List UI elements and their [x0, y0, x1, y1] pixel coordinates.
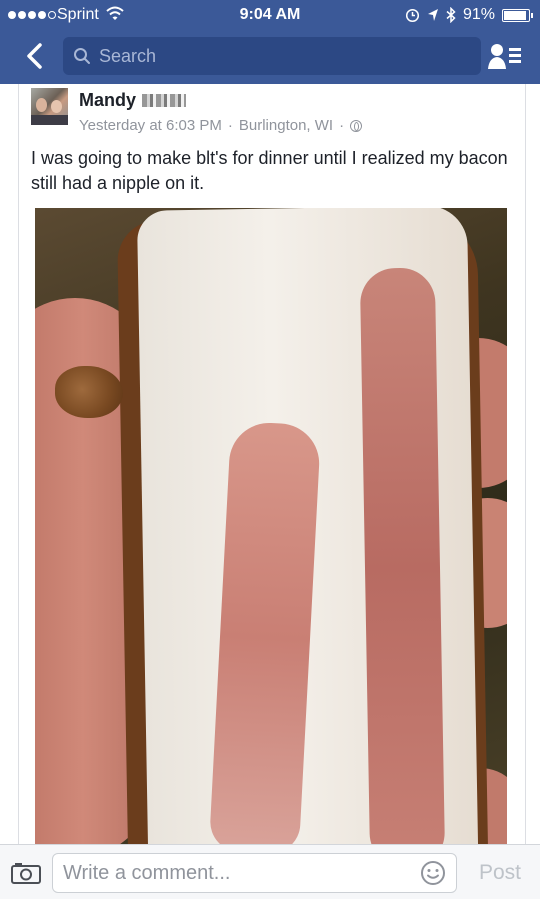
author-first-name[interactable]: Mandy	[79, 90, 136, 111]
meta-separator: ·	[227, 117, 233, 134]
post: Mandy Yesterday at 6:03 PM · Burlington,…	[18, 84, 526, 844]
redacted-last-name	[142, 94, 187, 107]
bacon-meat-stripe	[359, 267, 446, 844]
status-bar: Sprint 9:04 AM 91%	[0, 0, 540, 30]
bluetooth-icon	[446, 7, 456, 23]
alarm-icon	[405, 8, 420, 22]
search-input[interactable]	[99, 45, 481, 67]
avatar[interactable]	[31, 88, 68, 125]
battery-icon	[502, 8, 533, 22]
search-icon	[74, 48, 90, 64]
post-timestamp[interactable]: Yesterday at 6:03 PM	[79, 117, 222, 134]
globe-icon	[350, 119, 363, 132]
comment-field[interactable]	[52, 853, 457, 893]
battery-percentage: 91%	[462, 6, 495, 23]
status-indicators: 91%	[405, 0, 533, 30]
back-icon[interactable]	[20, 38, 50, 74]
bacon-nipple	[55, 366, 123, 418]
friend-requests-icon[interactable]	[488, 42, 522, 72]
comment-bar: Post	[0, 844, 540, 899]
camera-icon[interactable]	[11, 862, 41, 884]
comment-input[interactable]	[63, 861, 420, 885]
nav-bar	[0, 32, 540, 80]
smiley-icon[interactable]	[420, 860, 446, 886]
meta-separator: ·	[339, 117, 345, 134]
post-location[interactable]: Burlington, WI	[239, 117, 333, 134]
post-text: I was going to make blt's for dinner unt…	[31, 148, 508, 193]
search-bar[interactable]	[63, 37, 481, 75]
author-name[interactable]: Mandy	[79, 90, 187, 111]
post-meta: Yesterday at 6:03 PM · Burlington, WI ·	[79, 117, 363, 134]
post-photo[interactable]	[35, 208, 507, 844]
location-arrow-icon	[427, 9, 438, 21]
top-bar: Sprint 9:04 AM 91%	[0, 0, 540, 84]
post-comment-button[interactable]: Post	[472, 857, 528, 889]
